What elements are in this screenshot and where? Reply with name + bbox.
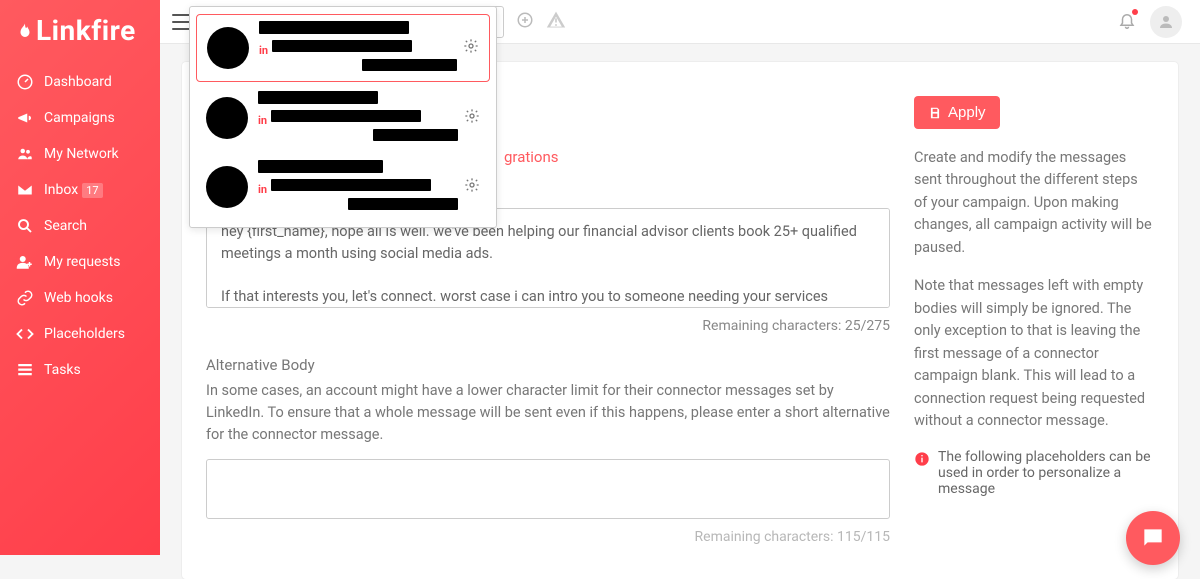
- link-icon: [14, 289, 36, 307]
- account-option[interactable]: in: [196, 14, 490, 82]
- notification-dot: [1132, 9, 1138, 15]
- sidebar-item-label: Dashboard: [44, 74, 112, 90]
- sidebar-item-label: My requests: [44, 254, 121, 270]
- linkedin-icon: in: [258, 183, 267, 196]
- linkedin-icon: in: [259, 44, 268, 57]
- search-icon: [14, 217, 36, 235]
- account-dropdown: in in in: [189, 6, 497, 228]
- sidebar-item-dashboard[interactable]: Dashboard: [0, 65, 160, 101]
- sidebar-item-label: Search: [44, 218, 87, 234]
- sidebar-item-label: My Network: [44, 146, 119, 162]
- alt-body-description: In some cases, an account might have a l…: [206, 380, 890, 445]
- users-icon: [14, 145, 36, 163]
- account-option[interactable]: in: [196, 85, 490, 151]
- gear-icon[interactable]: [463, 38, 479, 58]
- gear-icon[interactable]: [464, 177, 480, 197]
- account-avatar: [206, 97, 248, 139]
- apply-button[interactable]: Apply: [914, 96, 1000, 129]
- user-avatar[interactable]: [1150, 6, 1182, 38]
- info-icon: [914, 451, 930, 471]
- sidebar-item-label: Placeholders: [44, 326, 125, 342]
- sidebar-item-search[interactable]: Search: [0, 209, 160, 245]
- dashboard-icon: [14, 73, 36, 91]
- alt-char-count: Remaining characters: 115/115: [206, 529, 890, 545]
- placeholder-info: The following placeholders can be used i…: [914, 449, 1154, 497]
- save-icon: [928, 106, 942, 120]
- megaphone-icon: [14, 109, 36, 127]
- account-avatar: [207, 27, 249, 69]
- tasks-icon: [14, 361, 36, 379]
- user-icon: [1157, 13, 1175, 31]
- sidebar-item-inbox[interactable]: Inbox 17: [0, 173, 160, 209]
- sidebar-item-network[interactable]: My Network: [0, 137, 160, 173]
- info-text: The following placeholders can be used i…: [938, 449, 1154, 497]
- chat-icon: [1140, 525, 1166, 551]
- sidebar-item-requests[interactable]: My requests: [0, 245, 160, 281]
- sidebar-item-label: Inbox: [44, 182, 78, 198]
- alt-body-textarea[interactable]: [206, 459, 890, 519]
- sidebar-item-label: Tasks: [44, 362, 81, 378]
- sidebar-item-label: Web hooks: [44, 290, 113, 306]
- linkedin-icon: in: [258, 114, 267, 127]
- brand-logo: Linkfire: [0, 0, 160, 65]
- sidebar-item-campaigns[interactable]: Campaigns: [0, 101, 160, 137]
- add-button[interactable]: [516, 11, 534, 33]
- side-description-2: Note that messages left with empty bodie…: [914, 275, 1154, 432]
- flame-icon: [16, 20, 34, 42]
- sidebar: Linkfire Dashboard Campaigns My Network …: [0, 0, 160, 555]
- sidebar-item-tasks[interactable]: Tasks: [0, 353, 160, 389]
- tab-integrations-partial[interactable]: grations: [504, 148, 559, 166]
- code-icon: [14, 325, 36, 343]
- alt-body-label: Alternative Body: [206, 356, 890, 374]
- side-description-1: Create and modify the messages sent thro…: [914, 147, 1154, 259]
- notifications-button[interactable]: [1118, 11, 1136, 33]
- account-option[interactable]: in: [196, 154, 490, 220]
- gear-icon[interactable]: [464, 108, 480, 128]
- sidebar-item-label: Campaigns: [44, 110, 115, 126]
- sidebar-item-placeholders[interactable]: Placeholders: [0, 317, 160, 353]
- account-avatar: [206, 166, 248, 208]
- apply-button-label: Apply: [948, 104, 986, 121]
- inbox-badge: 17: [82, 183, 102, 198]
- chat-fab[interactable]: [1126, 511, 1180, 565]
- user-plus-icon: [14, 253, 36, 271]
- warning-icon[interactable]: [546, 10, 566, 34]
- envelope-icon: [14, 181, 36, 199]
- body-char-count: Remaining characters: 25/275: [206, 318, 890, 334]
- sidebar-item-webhooks[interactable]: Web hooks: [0, 281, 160, 317]
